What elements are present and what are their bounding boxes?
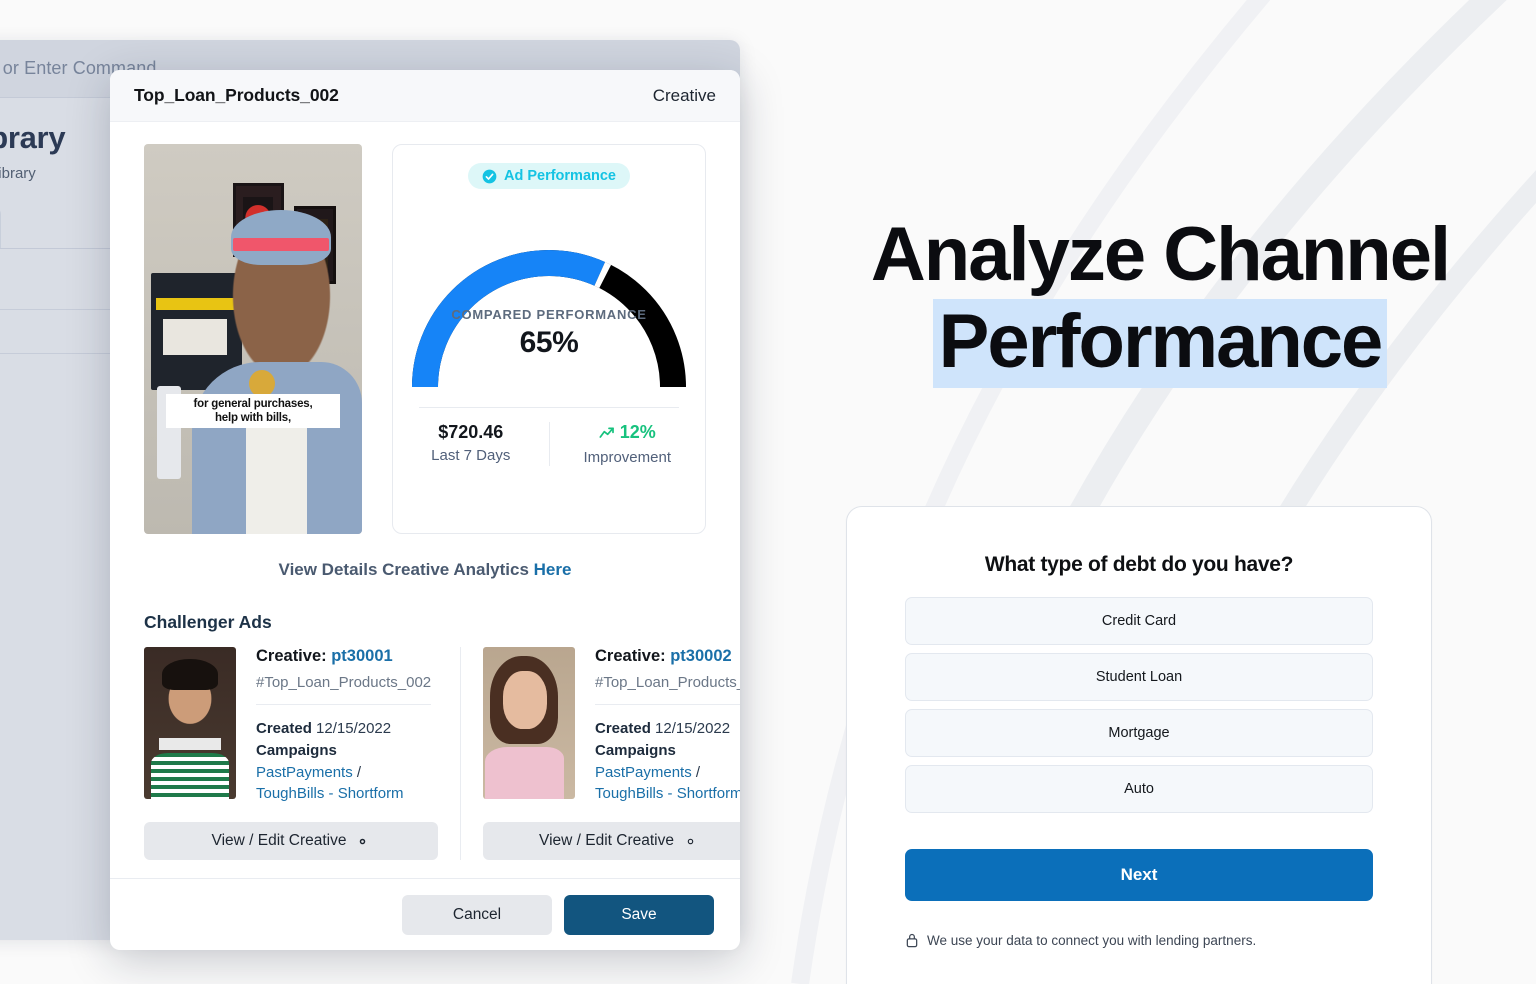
challenger-created-label: Created (256, 720, 312, 737)
save-button[interactable]: Save (564, 894, 714, 935)
hero-headline-line-2: Performance (932, 298, 1388, 388)
challenger-creative-label: Creative: (256, 647, 327, 665)
challenger-created-line: Created 12/15/2022 (595, 718, 740, 740)
tab-creative-overview[interactable]: Creative Overview (0, 208, 1, 248)
challenger-campaign-1[interactable]: PastPayments (256, 764, 353, 781)
challenger-campaign-separator: / (356, 763, 362, 781)
gear-icon (687, 838, 694, 844)
challenger-ad-meta: Creative: pt30001 #Top_Loan_Products_002… (256, 647, 432, 806)
challenger-ad-top: Creative: pt30002 #Top_Loan_Products_002… (483, 647, 740, 805)
stat-improvement-label: Improvement (583, 448, 672, 466)
badge-row: Ad Performance (393, 163, 705, 189)
view-edit-creative-button[interactable]: View / Edit Creative (144, 822, 438, 860)
debt-type-form-card: What type of debt do you have? Credit Ca… (846, 506, 1432, 984)
hero-headline-line-2-wrap: Performance (790, 298, 1530, 388)
view-edit-creative-label: View / Edit Creative (539, 832, 674, 849)
gauge-svg (412, 250, 686, 388)
challenger-created-value: 12/15/2022 (316, 720, 392, 737)
stat-improvement: 12% Improvement (548, 422, 706, 466)
hero-headline: Analyze Channel Performance (790, 212, 1530, 388)
performance-gauge: COMPARED PERFORMANCE 65% (393, 197, 705, 397)
view-edit-creative-button[interactable]: View / Edit Creative (483, 822, 740, 860)
performance-stats: $720.46 Last 7 Days 12% Improvement (393, 408, 705, 484)
debt-option-mortgage[interactable]: Mortgage (905, 709, 1373, 757)
gauge-value: 65% (519, 326, 579, 359)
modal-header: Top_Loan_Products_002 Creative (110, 70, 740, 122)
challenger-tag: #Top_Loan_Products_002 (595, 674, 740, 691)
debt-option-auto[interactable]: Auto (905, 765, 1373, 813)
hero-caption: for general purchases, help with bills, (165, 393, 341, 429)
check-circle-icon (482, 169, 497, 183)
challenger-ad-card: Creative: pt30002 #Top_Loan_Products_002… (460, 647, 740, 860)
challenger-campaign-2[interactable]: ToughBills - Shortform (256, 785, 404, 802)
stat-improvement-value: 12% (619, 422, 656, 442)
challenger-campaign-separator: / (695, 763, 701, 781)
challenger-creative-line: Creative: pt30002 (595, 647, 740, 666)
challenger-campaign-links: PastPayments / ToughBills - Shortform (256, 762, 431, 806)
debt-form-question: What type of debt do you have? (984, 553, 1294, 576)
challenger-created-line: Created 12/15/2022 (256, 718, 431, 740)
challenger-campaigns-line: Campaigns (256, 740, 431, 762)
challenger-creative-id[interactable]: pt30001 (331, 647, 392, 665)
page-root: Search Your Tree or Enter Command Creati… (0, 0, 1536, 984)
challenger-ad-top: Creative: pt30001 #Top_Loan_Products_002… (144, 647, 438, 805)
challenger-ads-list: Creative: pt30001 #Top_Loan_Products_002… (110, 633, 740, 860)
view-details-row: View Details Creative Analytics Here (110, 534, 740, 584)
view-details-text: View Details Creative Analytics (278, 560, 534, 579)
stat-spend-label: Last 7 Days (431, 447, 511, 464)
hero-creative-preview[interactable]: for general purchases, help with bills, (144, 144, 362, 534)
next-button[interactable]: Next (905, 849, 1373, 901)
status-badge: Ad Performance (467, 163, 630, 189)
challenger-campaign-2[interactable]: ToughBills - Shortform (595, 785, 740, 802)
challenger-thumb-2[interactable] (483, 647, 575, 799)
modal-scroll-area: for general purchases, help with bills, … (110, 122, 740, 878)
stat-improvement-value-wrap: 12% (599, 422, 656, 443)
stat-spend: $720.46 Last 7 Days (393, 422, 549, 466)
view-edit-creative-label: View / Edit Creative (211, 832, 347, 849)
lock-icon (906, 933, 918, 948)
challenger-thumb-1[interactable] (144, 647, 236, 799)
hero-headline-line-1: Analyze Channel (870, 212, 1451, 297)
modal-top-section: for general purchases, help with bills, … (110, 122, 740, 534)
challenger-divider (595, 704, 740, 705)
challenger-ad-card: Creative: pt30001 #Top_Loan_Products_002… (144, 647, 460, 860)
challenger-tag: #Top_Loan_Products_002 (256, 674, 432, 691)
cancel-button[interactable]: Cancel (402, 894, 552, 935)
challenger-campaigns-label: Campaigns (595, 741, 676, 759)
debt-option-list: Credit Card Student Loan Mortgage Auto (905, 597, 1373, 813)
view-details-link[interactable]: Here (534, 560, 572, 579)
modal-header-right-label: Creative (652, 85, 716, 105)
challenger-campaigns-label: Campaigns (256, 741, 337, 759)
gauge-label: COMPARED PERFORMANCE (451, 307, 647, 322)
hero-caption-line-2: help with bills, (214, 411, 291, 424)
status-badge-label: Ad Performance (503, 168, 616, 184)
hero-caption-line-1: for general purchases, (193, 397, 313, 410)
challenger-creative-line: Creative: pt30001 (256, 647, 431, 666)
debt-form-disclaimer: We use your data to connect you with len… (905, 931, 1373, 951)
challenger-divider (256, 704, 432, 705)
debt-option-credit-card[interactable]: Credit Card (905, 597, 1373, 645)
challenger-creative-id[interactable]: pt30002 (670, 647, 731, 665)
challenger-creative-label: Creative: (595, 647, 666, 665)
creative-detail-modal: Top_Loan_Products_002 Creative for gener… (110, 70, 740, 950)
challenger-campaign-1[interactable]: PastPayments (595, 764, 692, 781)
breadcrumb-current: Creative Library (0, 165, 36, 182)
modal-title: Top_Loan_Products_002 (134, 85, 339, 105)
gauge-center-readout: COMPARED PERFORMANCE 65% (393, 307, 705, 360)
gear-icon (360, 838, 366, 844)
challenger-created-label: Created (595, 720, 651, 737)
stat-spend-value: $720.46 (438, 422, 504, 442)
challenger-ads-heading: Challenger Ads (144, 612, 272, 632)
ad-performance-card: Ad Performance COMPARED PERFORMANCE 65% … (392, 144, 706, 534)
challenger-campaign-links: PastPayments / ToughBills - Shortform (595, 762, 740, 806)
debt-option-student-loan[interactable]: Student Loan (905, 653, 1373, 701)
trend-up-icon (599, 426, 614, 438)
modal-footer: Cancel Save (110, 878, 740, 950)
challenger-ad-meta: Creative: pt30002 #Top_Loan_Products_002… (595, 647, 740, 805)
debt-form-disclaimer-text: We use your data to connect you with len… (927, 933, 1257, 948)
challenger-created-value: 12/15/2022 (655, 720, 731, 737)
challenger-campaigns-line: Campaigns (595, 740, 740, 762)
